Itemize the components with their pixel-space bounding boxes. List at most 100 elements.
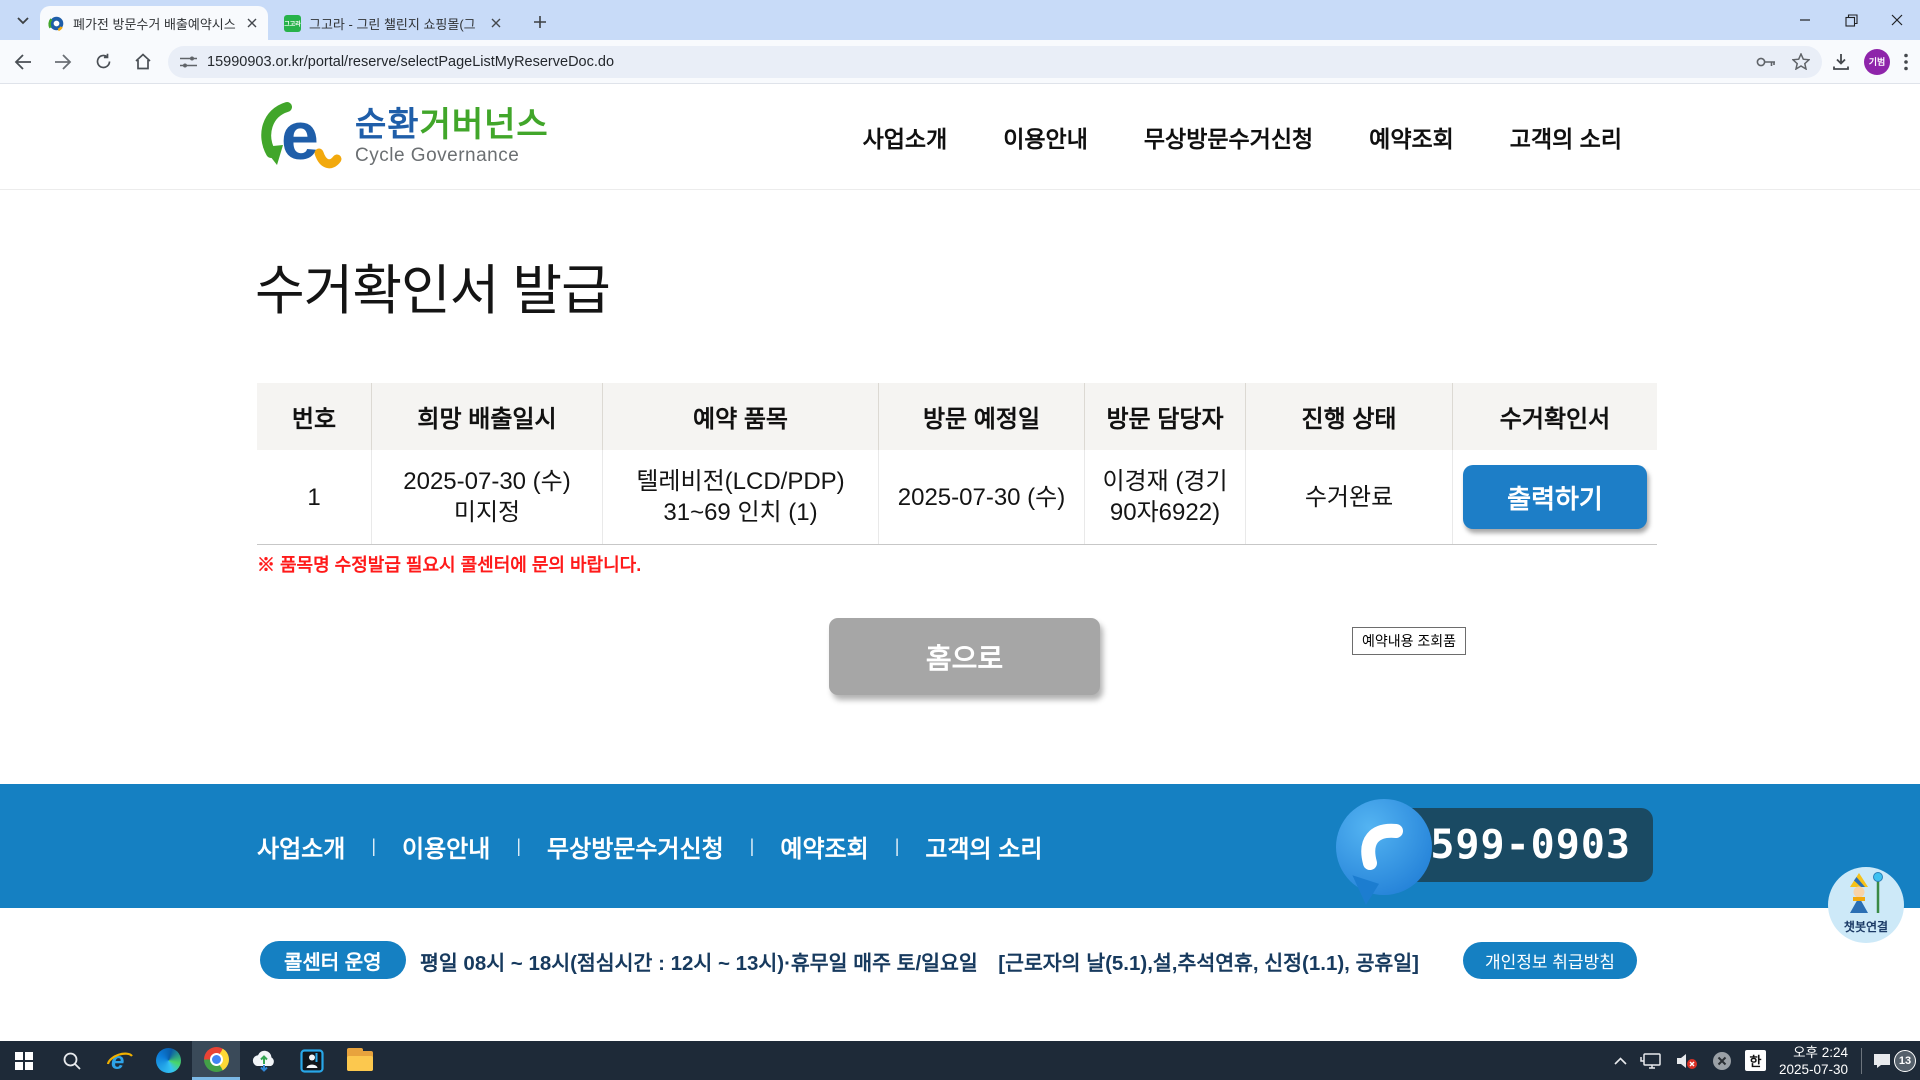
downloads-icon[interactable] [1832, 53, 1850, 71]
footer-nav-business[interactable]: 사업소개 [257, 829, 345, 864]
footer-nav-pickup-request[interactable]: 무상방문수거신청 [547, 829, 724, 864]
logo-subtitle: Cycle Governance [355, 145, 549, 167]
cycle-governance-logo-icon: e [253, 97, 345, 177]
cell-agent: 이경재 (경기 90자6922) [1084, 450, 1245, 544]
network-icon[interactable] [1640, 1052, 1662, 1070]
start-button[interactable] [0, 1041, 48, 1080]
nav-item-pickup-request[interactable]: 무상방문수거신청 [1144, 120, 1313, 154]
bookmark-star-icon[interactable] [1792, 53, 1810, 70]
taskbar-clock[interactable]: 오후 2:24 2025-07-30 [1779, 1044, 1848, 1078]
taskbar-edge-icon[interactable] [144, 1041, 192, 1080]
shop-favicon-icon: 그고라 [284, 15, 301, 32]
privacy-policy-button[interactable]: 개인정보 취급방침 [1463, 942, 1637, 979]
col-header-status: 진행 상태 [1245, 383, 1452, 450]
footer-navigation: 사업소개| 이용안내| 무상방문수거신청| 예약조회| 고객의 소리 [257, 784, 1042, 908]
taskbar-kiosk-app-icon[interactable] [288, 1041, 336, 1080]
taskbar-file-explorer-icon[interactable] [336, 1041, 384, 1080]
agent-name: 이경재 (경기 [1102, 466, 1227, 497]
taskbar-chrome-icon-active[interactable] [192, 1041, 240, 1080]
menu-dots-icon[interactable] [1904, 53, 1908, 71]
nav-item-business[interactable]: 사업소개 [863, 120, 948, 154]
site-header: e 순환거버넌스 Cycle Governance 사업소개 이용안내 무상방문… [0, 84, 1920, 190]
profile-avatar[interactable]: 기범 [1864, 49, 1890, 75]
callcenter-hours: 평일 08시 ~ 18시(점심시간 : 12시 ~ 13시)·휴무일 매주 토/… [420, 946, 1419, 976]
window-controls [1782, 0, 1920, 40]
new-tab-button[interactable] [528, 10, 552, 34]
print-button[interactable]: 출력하기 [1463, 465, 1647, 529]
main-content: 수거확인서 발급 번호 희망 배출일시 예약 품목 방문 예정일 방문 담당자 … [0, 190, 1920, 784]
item-name: 텔레비전(LCD/PDP) [636, 466, 844, 497]
browser-toolbar: 15990903.or.kr/portal/reserve/selectPage… [0, 40, 1920, 84]
callcenter-badge: 콜센터 운영 [260, 941, 406, 979]
logo-title: 순환거버넌스 [355, 107, 549, 143]
col-header-no: 번호 [257, 383, 371, 450]
footer-nav-voice[interactable]: 고객의 소리 [925, 829, 1042, 864]
chatbot-button[interactable]: 챗봇연결 [1828, 867, 1904, 943]
notification-icon [1872, 1052, 1892, 1070]
taskbar-search-icon[interactable] [48, 1041, 96, 1080]
action-center[interactable]: 13 [1861, 1048, 1916, 1074]
cursor-tooltip: 예약내용 조회품 [1352, 627, 1466, 655]
col-header-agent: 방문 담당자 [1084, 383, 1245, 450]
logo-title-blue: 순환 [355, 106, 420, 144]
callcenter-note: ※ 품목명 수정발급 필요시 콜센터에 문의 바랍니다. [257, 551, 641, 577]
table-header-row: 번호 희망 배출일시 예약 품목 방문 예정일 방문 담당자 진행 상태 수거확… [257, 383, 1657, 450]
cell-print: 출력하기 [1452, 450, 1657, 544]
phone-number: 1599-0903 [1405, 822, 1631, 868]
footer-nav-reservation[interactable]: 예약조회 [780, 829, 868, 864]
tab-title: 그고라 - 그린 챌린지 쇼핑몰(그 [309, 14, 481, 33]
footer-info-bar: 콜센터 운영 평일 08시 ~ 18시(점심시간 : 12시 ~ 13시)·휴무… [0, 908, 1920, 1041]
taskbar-cloud-app-icon[interactable] [240, 1041, 288, 1080]
nav-item-voice[interactable]: 고객의 소리 [1510, 120, 1622, 154]
tray-app-x-icon[interactable] [1712, 1051, 1732, 1071]
nav-item-guide[interactable]: 이용안내 [1003, 120, 1088, 154]
logo-title-green: 거버넌스 [420, 106, 549, 144]
password-key-icon[interactable] [1756, 56, 1776, 68]
forward-button[interactable] [46, 45, 80, 79]
system-tray: 한 오후 2:24 2025-07-30 13 [1614, 1041, 1920, 1080]
status-text: 수거완료 [1245, 450, 1452, 544]
item-spec: 31~69 인치 (1) [663, 497, 817, 528]
ime-indicator[interactable]: 한 [1745, 1050, 1766, 1071]
url-bar[interactable]: 15990903.or.kr/portal/reserve/selectPage… [168, 46, 1822, 78]
callcenter-phone-banner: 1599-0903 [1398, 808, 1653, 882]
back-button[interactable] [6, 45, 40, 79]
clock-time: 오후 2:24 [1779, 1044, 1848, 1061]
discharge-date: 2025-07-30 (수) [403, 466, 571, 497]
col-header-discharge-date: 희망 배출일시 [371, 383, 602, 450]
main-navigation: 사업소개 이용안내 무상방문수거신청 예약조회 고객의 소리 [863, 84, 1622, 190]
cell-no: 1 [257, 450, 371, 544]
window-minimize-button[interactable] [1782, 0, 1828, 40]
tray-expand-chevron-icon[interactable] [1614, 1057, 1627, 1065]
reservation-table: 번호 희망 배출일시 예약 품목 방문 예정일 방문 담당자 진행 상태 수거확… [257, 383, 1657, 545]
taskbar-internet-explorer-icon[interactable]: e [96, 1041, 144, 1080]
svg-text:e: e [111, 1048, 124, 1074]
discharge-time: 미지정 [454, 497, 520, 528]
divider: | [895, 836, 900, 857]
cell-discharge-date: 2025-07-30 (수) 미지정 [371, 450, 602, 544]
go-home-button[interactable]: 홈으로 [829, 618, 1100, 695]
site-logo[interactable]: e 순환거버넌스 Cycle Governance [253, 97, 549, 177]
window-restore-button[interactable] [1828, 0, 1874, 40]
agent-vehicle: 90자6922) [1110, 497, 1220, 528]
page-title: 수거확인서 발급 [255, 246, 610, 325]
tab-close-icon[interactable] [243, 15, 260, 32]
home-button[interactable] [126, 45, 160, 79]
footer-nav-guide[interactable]: 이용안내 [402, 829, 490, 864]
col-header-item: 예약 품목 [602, 383, 878, 450]
volume-muted-icon[interactable] [1675, 1052, 1699, 1070]
tab-search-chevron-icon[interactable] [10, 8, 36, 34]
tab-inactive[interactable]: 그고라 그고라 - 그린 챌린지 쇼핑몰(그 [276, 6, 512, 40]
windows-taskbar: e 한 오후 2:24 [0, 1041, 1920, 1080]
window-close-button[interactable] [1874, 0, 1920, 40]
table-row: 1 2025-07-30 (수) 미지정 텔레비전(LCD/PDP) 31~69… [257, 450, 1657, 545]
svg-text:e: e [281, 98, 319, 174]
cycle-governance-favicon-icon [48, 15, 65, 32]
tab-active[interactable]: 폐가전 방문수거 배출예약시스 [40, 6, 268, 40]
nav-item-reservation[interactable]: 예약조회 [1369, 120, 1454, 154]
site-settings-icon[interactable] [180, 55, 197, 69]
col-header-visit-date: 방문 예정일 [878, 383, 1084, 450]
reload-button[interactable] [86, 45, 120, 79]
tab-close-icon[interactable] [487, 15, 504, 32]
url-text[interactable]: 15990903.or.kr/portal/reserve/selectPage… [207, 54, 1748, 70]
